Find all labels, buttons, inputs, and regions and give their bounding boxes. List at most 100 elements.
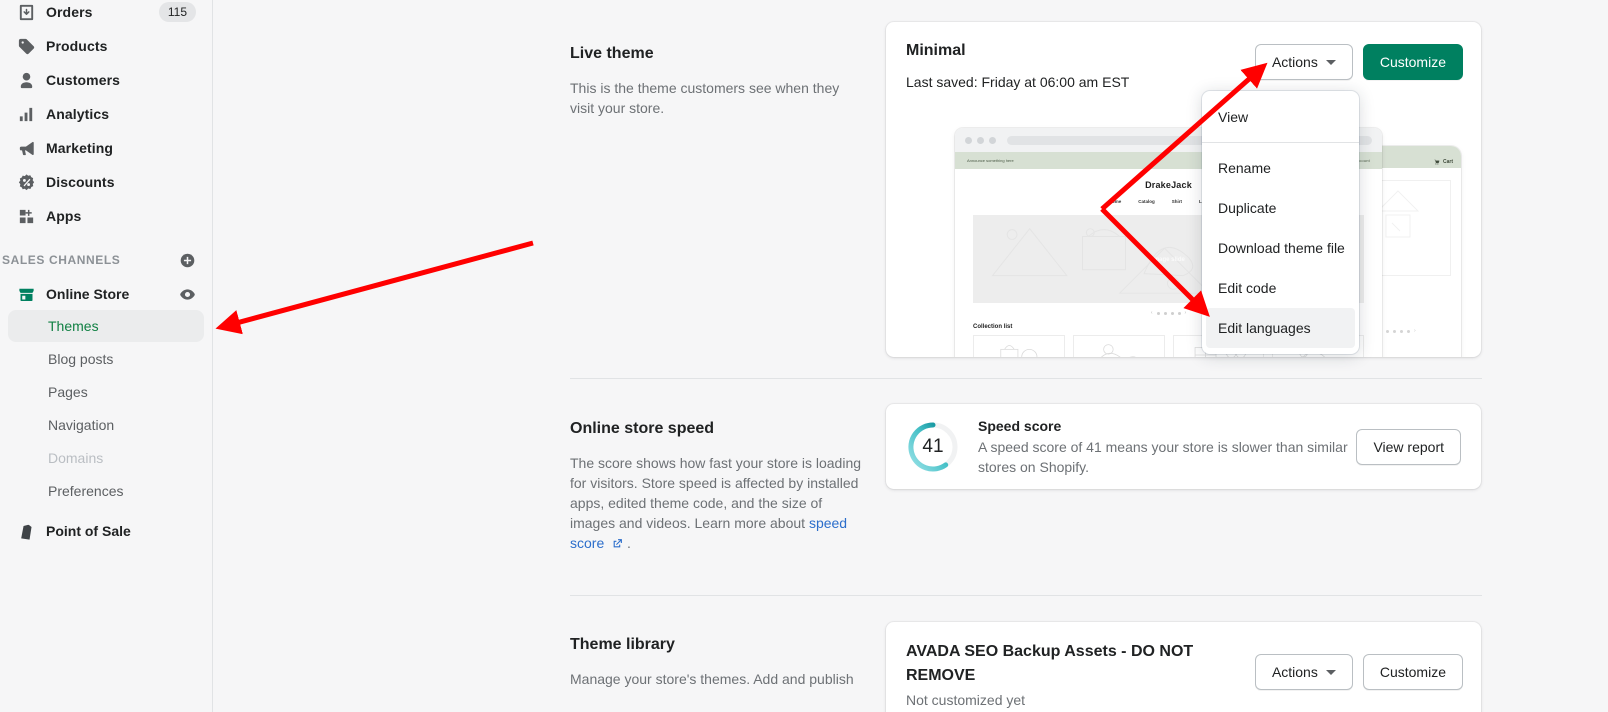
- sidebar-item-label: Orders: [46, 4, 93, 20]
- browser-dot-icon: [989, 136, 996, 144]
- sidebar-navigation: Orders 115 Products Customers Analytics: [0, 0, 213, 712]
- speed-score-value: 41: [922, 435, 944, 457]
- sidebar-item-online-store[interactable]: Online Store: [8, 278, 204, 310]
- sidebar-item-label: Marketing: [46, 140, 114, 156]
- external-link-icon: [608, 535, 627, 551]
- sub-item-label: Blog posts: [48, 351, 114, 367]
- sidebar-item-analytics[interactable]: Analytics: [8, 98, 204, 130]
- sidebar-item-label: Analytics: [46, 106, 110, 122]
- browser-dot-icon: [965, 136, 972, 144]
- menu-item-duplicate[interactable]: Duplicate: [1206, 188, 1355, 228]
- store-speed-description: The score shows how fast your store is l…: [570, 453, 862, 553]
- orders-count-badge: 115: [158, 2, 196, 22]
- preview-menu-item: Catalog: [1138, 199, 1155, 204]
- actions-button-label: Actions: [1271, 54, 1318, 70]
- sidebar-item-apps[interactable]: Apps: [8, 200, 204, 232]
- theme-library-section-info: Theme library Manage your store's themes…: [570, 635, 862, 689]
- sidebar-item-themes[interactable]: Themes: [8, 310, 204, 342]
- live-theme-actions-button[interactable]: Actions: [1254, 44, 1353, 80]
- sub-item-label: Themes: [48, 318, 99, 334]
- speed-score-description: A speed score of 41 means your store is …: [978, 439, 1348, 475]
- plus-circle-icon[interactable]: [179, 252, 196, 269]
- sidebar-item-customers[interactable]: Customers: [8, 64, 204, 96]
- cart-icon: Cart: [1434, 159, 1453, 165]
- menu-item-rename[interactable]: Rename: [1206, 148, 1355, 188]
- theme-preview-area: Cart ‹›: [906, 106, 1461, 357]
- section-title-online-store-speed: Online store speed: [570, 420, 715, 437]
- shopify-admin-themes-page: Orders 115 Products Customers Analytics: [0, 0, 1608, 712]
- browser-dot-icon: [977, 136, 984, 144]
- speed-score-text: Speed score A speed score of 41 means yo…: [978, 416, 1356, 477]
- theme-library-description: Manage your store's themes. Add and publ…: [570, 671, 854, 687]
- chevron-down-icon: [1325, 59, 1336, 65]
- customers-person-icon: [16, 70, 36, 90]
- sales-channels-header: SALES CHANNELS: [2, 246, 204, 274]
- discounts-percent-icon: [16, 172, 36, 192]
- marketing-megaphone-icon: [16, 138, 36, 158]
- sub-item-label: Domains: [48, 450, 104, 466]
- announcement-text: Announce something here: [967, 158, 1014, 163]
- storefront-icon: [16, 284, 36, 304]
- actions-button-label: Actions: [1271, 664, 1318, 680]
- library-actions-button[interactable]: Actions: [1254, 654, 1353, 690]
- theme-actions-dropdown-menu: View Rename Duplicate Download theme fil…: [1202, 91, 1359, 354]
- shopify-bag-icon: [16, 521, 36, 541]
- sidebar-item-label: Online Store: [46, 286, 130, 302]
- menu-item-edit-code[interactable]: Edit code: [1206, 268, 1355, 308]
- sub-item-label: Preferences: [48, 483, 124, 499]
- store-speed-description-tail: .: [627, 535, 631, 551]
- sidebar-item-orders[interactable]: Orders 115: [8, 0, 204, 28]
- theme-card-header: Minimal Last saved: Friday at 06:00 am E…: [886, 22, 1481, 90]
- chevron-down-icon: [1325, 669, 1336, 675]
- menu-item-edit-languages[interactable]: Edit languages: [1206, 308, 1355, 348]
- products-tag-icon: [16, 36, 36, 56]
- page-title-live-theme: Live theme: [570, 45, 654, 62]
- section-divider: [570, 595, 1482, 596]
- preview-menu-item: Shirt: [1171, 199, 1183, 204]
- section-title-theme-library: Theme library: [570, 636, 675, 653]
- live-theme-customize-button[interactable]: Customize: [1362, 44, 1463, 80]
- preview-collection-cell: [1072, 335, 1165, 357]
- sidebar-item-label: Apps: [46, 208, 82, 224]
- sub-item-label: Pages: [48, 384, 88, 400]
- sidebar-item-label: Point of Sale: [46, 523, 131, 539]
- orders-icon: [16, 2, 36, 22]
- preview-collection-cell: [973, 335, 1065, 357]
- section-divider: [570, 378, 1482, 379]
- store-speed-section-info: Online store speed The score shows how f…: [570, 419, 862, 553]
- apps-grid-plus-icon: [16, 206, 36, 226]
- sidebar-item-navigation[interactable]: Navigation: [8, 409, 204, 441]
- cart-label: Cart: [1442, 159, 1453, 165]
- menu-item-view[interactable]: View: [1206, 97, 1355, 137]
- menu-item-download-theme-file[interactable]: Download theme file: [1206, 228, 1355, 268]
- menu-divider: [1202, 142, 1359, 143]
- sidebar-item-products[interactable]: Products: [8, 30, 204, 62]
- theme-card-actions: Actions Customize: [1254, 44, 1463, 80]
- analytics-bars-icon: [16, 104, 36, 124]
- sidebar-item-label: Customers: [46, 72, 121, 88]
- library-card-actions: Actions Customize: [1254, 654, 1463, 690]
- sub-item-label: Navigation: [48, 417, 115, 433]
- preview-menu-item: Home: [1108, 199, 1122, 204]
- sales-channels-label: SALES CHANNELS: [2, 253, 121, 267]
- speed-score-gauge: 41: [906, 420, 960, 474]
- live-theme-description: This is the theme customers see when the…: [570, 80, 840, 116]
- sidebar-item-discounts[interactable]: Discounts: [8, 166, 204, 198]
- sidebar-item-preferences[interactable]: Preferences: [8, 475, 204, 507]
- sidebar-item-point-of-sale[interactable]: Point of Sale: [8, 515, 204, 547]
- sidebar-item-label: Products: [46, 38, 108, 54]
- sidebar-item-label: Discounts: [46, 174, 115, 190]
- sidebar-item-domains[interactable]: Domains: [8, 442, 204, 474]
- sidebar-item-pages[interactable]: Pages: [8, 376, 204, 408]
- store-speed-card: 41 Speed score A speed score of 41 means…: [886, 404, 1481, 489]
- main-content: Live theme This is the theme customers s…: [213, 0, 1608, 712]
- live-theme-card: Minimal Last saved: Friday at 06:00 am E…: [886, 22, 1481, 357]
- live-theme-section-info: Live theme This is the theme customers s…: [570, 44, 860, 118]
- sidebar-item-marketing[interactable]: Marketing: [8, 132, 204, 164]
- view-report-button[interactable]: View report: [1356, 428, 1461, 465]
- sidebar-item-blog-posts[interactable]: Blog posts: [8, 343, 204, 375]
- theme-library-card: AVADA SEO Backup Assets - DO NOT REMOVE …: [886, 622, 1481, 712]
- library-theme-status: Not customized yet: [906, 692, 1026, 708]
- eye-icon[interactable]: [179, 286, 196, 303]
- library-customize-button[interactable]: Customize: [1362, 654, 1463, 690]
